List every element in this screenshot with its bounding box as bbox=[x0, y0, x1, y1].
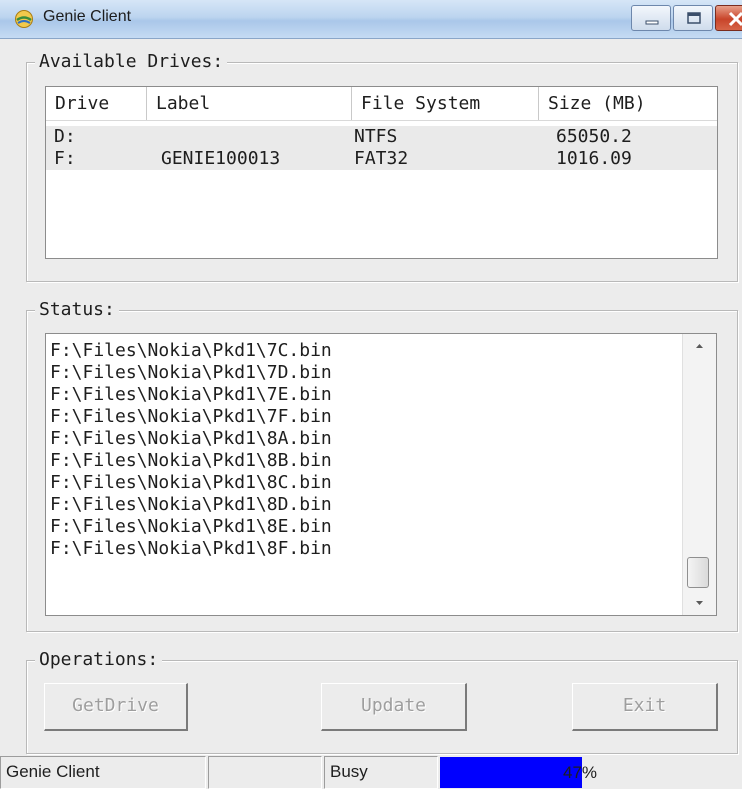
column-header-size[interactable]: Size (MB) bbox=[539, 87, 717, 120]
scroll-up-arrow-icon bbox=[696, 344, 703, 348]
column-header-file-system[interactable]: File System bbox=[352, 87, 539, 120]
drive-row[interactable]: F: GENIE100013 FAT32 1016.09 bbox=[46, 148, 717, 170]
scroll-up-button[interactable] bbox=[683, 334, 716, 358]
minimize-button[interactable] bbox=[631, 5, 671, 31]
app-icon bbox=[15, 10, 33, 28]
status-bar: Genie Client Busy 47% bbox=[0, 755, 742, 789]
drive-letter: D: bbox=[54, 126, 76, 147]
statusbar-app-name: Genie Client bbox=[0, 756, 206, 789]
minimize-icon bbox=[645, 20, 659, 25]
drive-size: 65050.2 bbox=[556, 126, 632, 147]
statusbar-state: Busy bbox=[324, 756, 438, 789]
maximize-icon bbox=[687, 12, 701, 24]
status-line: F:\Files\Nokia\Pkd1\7E.bin bbox=[50, 384, 332, 405]
status-title: Status: bbox=[35, 300, 119, 320]
status-scrollbar[interactable] bbox=[682, 334, 716, 615]
status-line: F:\Files\Nokia\Pkd1\8F.bin bbox=[50, 538, 332, 559]
close-button[interactable] bbox=[715, 5, 742, 31]
status-lines: F:\Files\Nokia\Pkd1\7C.bin F:\Files\Noki… bbox=[50, 340, 332, 560]
progress-bar: 47% bbox=[440, 757, 742, 788]
available-drives-title: Available Drives: bbox=[35, 52, 228, 72]
status-line: F:\Files\Nokia\Pkd1\7D.bin bbox=[50, 362, 332, 383]
drive-file-system: FAT32 bbox=[354, 148, 409, 169]
status-log[interactable]: F:\Files\Nokia\Pkd1\7C.bin F:\Files\Noki… bbox=[45, 333, 717, 616]
exit-button[interactable]: Exit bbox=[572, 683, 718, 731]
genie-client-window: Genie Client Available Drives: Drive Lab… bbox=[0, 0, 742, 789]
title-bar[interactable]: Genie Client bbox=[0, 0, 742, 39]
progress-text: 47% bbox=[563, 763, 598, 782]
status-line: F:\Files\Nokia\Pkd1\8A.bin bbox=[50, 428, 332, 449]
column-header-drive[interactable]: Drive bbox=[46, 87, 147, 120]
status-line: F:\Files\Nokia\Pkd1\8B.bin bbox=[50, 450, 332, 471]
status-line: F:\Files\Nokia\Pkd1\7F.bin bbox=[50, 406, 332, 427]
statusbar-blank-pane bbox=[208, 756, 322, 789]
scroll-down-button[interactable] bbox=[683, 591, 716, 615]
drives-list-header: Drive Label File System Size (MB) bbox=[46, 87, 717, 121]
status-line: F:\Files\Nokia\Pkd1\8D.bin bbox=[50, 494, 332, 515]
maximize-button[interactable] bbox=[673, 5, 713, 31]
drive-size: 1016.09 bbox=[556, 148, 632, 169]
scroll-down-arrow-icon bbox=[696, 601, 703, 605]
drive-letter: F: bbox=[54, 148, 76, 169]
status-line: F:\Files\Nokia\Pkd1\7C.bin bbox=[50, 340, 332, 361]
window-title: Genie Client bbox=[43, 8, 132, 25]
drive-row[interactable]: D: NTFS 65050.2 bbox=[46, 126, 717, 148]
drive-label: GENIE100013 bbox=[161, 148, 281, 169]
drives-listview[interactable]: Drive Label File System Size (MB) D: NTF… bbox=[45, 86, 718, 259]
update-button[interactable]: Update bbox=[321, 683, 467, 731]
operations-title: Operations: bbox=[35, 650, 163, 670]
getdrive-button[interactable]: GetDrive bbox=[44, 683, 188, 731]
drive-file-system: NTFS bbox=[354, 126, 398, 147]
scroll-thumb[interactable] bbox=[687, 557, 709, 588]
close-icon bbox=[728, 11, 742, 27]
status-line: F:\Files\Nokia\Pkd1\8C.bin bbox=[50, 472, 332, 493]
column-header-label[interactable]: Label bbox=[147, 87, 352, 120]
status-line: F:\Files\Nokia\Pkd1\8E.bin bbox=[50, 516, 332, 537]
